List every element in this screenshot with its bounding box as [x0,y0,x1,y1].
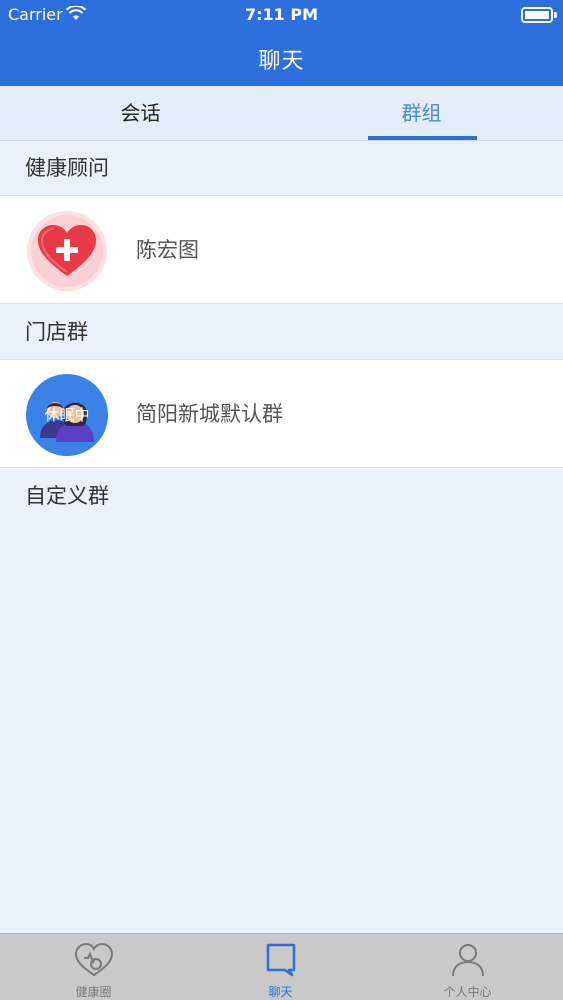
group-avatar: 休眠中 [26,374,108,456]
person-icon [452,944,484,977]
tab-conversations[interactable]: 会话 [0,86,281,141]
tabbar-item-health-circle[interactable]: 健康圈 [0,934,187,1000]
status-time: 7:11 PM [244,5,318,24]
tabbar-label-profile: 个人中心 [443,985,492,999]
status-bar: Carrier 7:11 PM [0,0,563,30]
segment-tabs: 会话 群组 [0,86,563,141]
advisor-name: 陈宏图 [136,238,199,262]
section-header-health-advisor: 健康顾问 [0,141,563,196]
page-title: 聊天 [258,49,305,74]
tab-groups[interactable]: 群组 [281,86,562,141]
navigation-header: Carrier 7:11 PM 聊天 [0,0,563,86]
tabbar-label-health-circle: 健康圈 [75,985,112,999]
sleeping-status-label: 休眠中 [44,406,90,424]
active-tab-indicator [368,136,477,140]
battery-icon [521,7,557,23]
chat-bubble-icon [266,943,296,977]
tabbar-item-chat[interactable]: 聊天 [187,934,374,1000]
section-header-store-groups: 门店群 [0,305,563,360]
heart-plus-icon [27,211,107,291]
health-heart-icon [74,942,114,977]
tabbar-item-profile[interactable]: 个人中心 [374,934,561,1000]
bottom-tab-bar: 健康圈 聊天 个人中心 [0,933,563,1000]
tabbar-label-chat: 聊天 [268,985,293,999]
group-name: 简阳新城默认群 [136,402,283,426]
list-item-store-group[interactable]: 休眠中 简阳新城默认群 [0,360,563,468]
list-item-advisor[interactable]: 陈宏图 [0,196,563,304]
section-header-custom-groups: 自定义群 [0,469,563,524]
